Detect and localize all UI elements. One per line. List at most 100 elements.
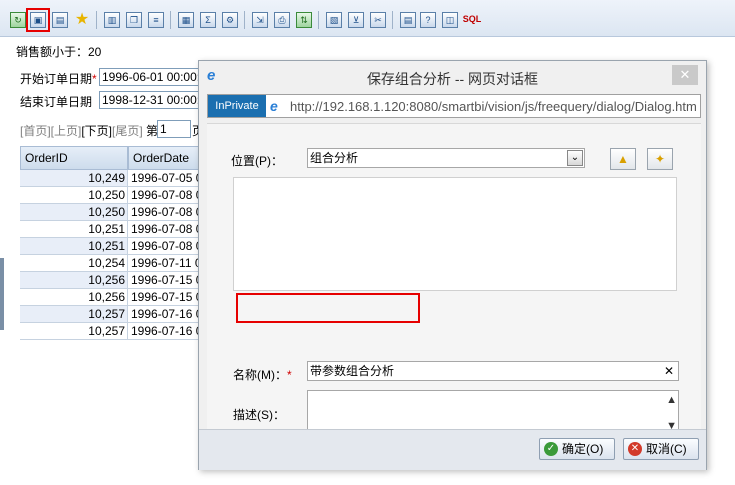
cell-orderdate: 1996-07-11 0: [128, 255, 208, 272]
dialog-body: 位置(P)： 组合分析 ⌄ ▲ ✦ 名称(M)：* 带参数组合分析 ✕ 描述(S…: [207, 123, 701, 436]
dialog-title: 保存组合分析 -- 网页对话框: [366, 71, 539, 87]
copy-icon[interactable]: ❐: [126, 12, 142, 28]
folder-up-button[interactable]: ▲: [610, 148, 636, 170]
cell-orderid: 10,249: [20, 170, 128, 187]
toolbar-separator: [170, 11, 171, 29]
favorite-star-icon[interactable]: ★: [74, 12, 90, 28]
dialog-titlebar[interactable]: e 保存组合分析 -- 网页对话框 ✕: [199, 61, 706, 93]
cell-orderdate: 1996-07-08 0: [128, 221, 208, 238]
view-icon[interactable]: ◫: [442, 12, 458, 28]
pager-prev[interactable]: [上页]: [51, 124, 82, 138]
sql-icon[interactable]: SQL: [462, 12, 482, 28]
side-panel-handle[interactable]: [0, 258, 4, 330]
cell-orderdate: 1996-07-08 0: [128, 187, 208, 204]
cell-orderdate: 1996-07-05 0: [128, 170, 208, 187]
cell-orderid: 10,250: [20, 204, 128, 221]
name-input[interactable]: 带参数组合分析 ✕: [307, 361, 679, 381]
table-row[interactable]: 10,251 1996-07-08 0: [20, 238, 208, 255]
cell-orderid: 10,256: [20, 289, 128, 306]
cancel-button[interactable]: ✕ 取消(C): [623, 438, 699, 460]
grid-header-orderid[interactable]: OrderID: [20, 146, 128, 170]
help-icon[interactable]: ?: [420, 12, 436, 28]
parameter-icon[interactable]: ⚙: [222, 12, 238, 28]
export-icon[interactable]: ⇲: [252, 12, 268, 28]
print-preview-icon[interactable]: ▦: [178, 12, 194, 28]
tools-icon[interactable]: ✂: [370, 12, 386, 28]
toolbar-separator: [318, 11, 319, 29]
cell-orderid: 10,257: [20, 323, 128, 340]
filter-icon[interactable]: ⊻: [348, 12, 364, 28]
save-highlight-box: [26, 8, 50, 32]
table-row[interactable]: 10,250 1996-07-08 0: [20, 204, 208, 221]
cell-orderdate: 1996-07-08 0: [128, 204, 208, 221]
table-settings-icon[interactable]: ▧: [326, 12, 342, 28]
print-icon[interactable]: ⎙: [274, 12, 290, 28]
name-label: 名称(M)：*: [233, 366, 292, 383]
ok-label: 确定(O): [562, 442, 604, 456]
location-label: 位置(P)：: [231, 154, 283, 168]
start-date-input[interactable]: 1996-06-01 00:00:: [99, 68, 204, 86]
new-folder-icon: ✦: [654, 152, 666, 166]
save-as-icon[interactable]: ▤: [52, 12, 68, 28]
sum-icon[interactable]: Σ: [200, 12, 216, 28]
cell-orderid: 10,251: [20, 238, 128, 255]
table-row[interactable]: 10,257 1996-07-16 0: [20, 323, 208, 340]
location-value: 组合分析: [310, 151, 359, 165]
cell-orderdate: 1996-07-16 0: [128, 323, 208, 340]
cell-orderid: 10,251: [20, 221, 128, 238]
close-button[interactable]: ✕: [672, 65, 698, 85]
pager-next[interactable]: [下页]: [81, 124, 112, 138]
toolbar-separator: [96, 11, 97, 29]
page-icon: e: [270, 98, 278, 114]
grid-header-orderdate[interactable]: OrderDate: [128, 146, 208, 170]
folder-up-icon: ▲: [617, 152, 629, 166]
cell-orderdate: 1996-07-15 0: [128, 289, 208, 306]
refresh-icon[interactable]: ↻: [10, 12, 26, 28]
name-highlight-box: [236, 293, 420, 323]
field-list-icon[interactable]: ≡: [148, 12, 164, 28]
cell-orderdate: 1996-07-08 0: [128, 238, 208, 255]
cell-orderdate: 1996-07-15 0: [128, 272, 208, 289]
name-value: 带参数组合分析: [310, 364, 395, 378]
description-label: 描述(S)：: [233, 408, 285, 422]
table-row[interactable]: 10,254 1996-07-11 0: [20, 255, 208, 272]
table-row[interactable]: 10,257 1996-07-16 0: [20, 306, 208, 323]
pager-last[interactable]: [尾页]: [112, 124, 143, 138]
chart-icon[interactable]: ▥: [104, 12, 120, 28]
address-bar: InPrivate e http://192.168.1.120:8080/sm…: [207, 94, 701, 118]
ok-button[interactable]: ✓ 确定(O): [539, 438, 615, 460]
toolbar-separator: [392, 11, 393, 29]
cell-orderid: 10,257: [20, 306, 128, 323]
table-row[interactable]: 10,250 1996-07-08 0: [20, 187, 208, 204]
table-row[interactable]: 10,251 1996-07-08 0: [20, 221, 208, 238]
name-label-text: 名称(M)：: [233, 368, 287, 382]
cell-orderid: 10,250: [20, 187, 128, 204]
toolbar-separator: [244, 11, 245, 29]
address-url: http://192.168.1.120:8080/smartbi/vision…: [290, 99, 697, 114]
chevron-down-icon[interactable]: ⌄: [567, 150, 583, 166]
table-row[interactable]: 10,256 1996-07-15 0: [20, 272, 208, 289]
dialog-footer: ✓ 确定(O) ✕ 取消(C): [199, 429, 706, 470]
cell-orderid: 10,256: [20, 272, 128, 289]
main-toolbar: ↻ ▣ ▤ ★ ▥ ❐ ≡ ▦ Σ ⚙ ⇲ ⎙ ⇅ ▧ ⊻ ✂ ▤ ? ◫ SQ…: [0, 0, 735, 37]
folder-tree[interactable]: [233, 177, 677, 291]
end-date-input[interactable]: 1998-12-31 00:00:: [99, 91, 204, 109]
location-select[interactable]: 组合分析 ⌄: [307, 148, 585, 168]
cancel-label: 取消(C): [646, 442, 687, 456]
table-row[interactable]: 10,249 1996-07-05 0: [20, 170, 208, 187]
pager-first[interactable]: [首页]: [20, 124, 51, 138]
start-date-label-text: 开始订单日期: [20, 72, 93, 86]
cell-orderdate: 1996-07-16 0: [128, 306, 208, 323]
cancel-icon: ✕: [628, 442, 642, 456]
start-date-label: 开始订单日期*: [20, 70, 97, 87]
table-row[interactable]: 10,256 1996-07-15 0: [20, 289, 208, 306]
layout-icon[interactable]: ▤: [400, 12, 416, 28]
new-folder-button[interactable]: ✦: [647, 148, 673, 170]
clear-icon[interactable]: ✕: [664, 362, 674, 380]
sales-filter-label: 销售额小于：20: [16, 45, 102, 59]
sync-icon[interactable]: ⇅: [296, 12, 312, 28]
scroll-up-icon[interactable]: ▲: [666, 394, 677, 406]
pager: [首页][上页][下页][尾页] 第: [20, 122, 158, 139]
check-icon: ✓: [544, 442, 558, 456]
page-number-input[interactable]: 1: [157, 120, 191, 138]
